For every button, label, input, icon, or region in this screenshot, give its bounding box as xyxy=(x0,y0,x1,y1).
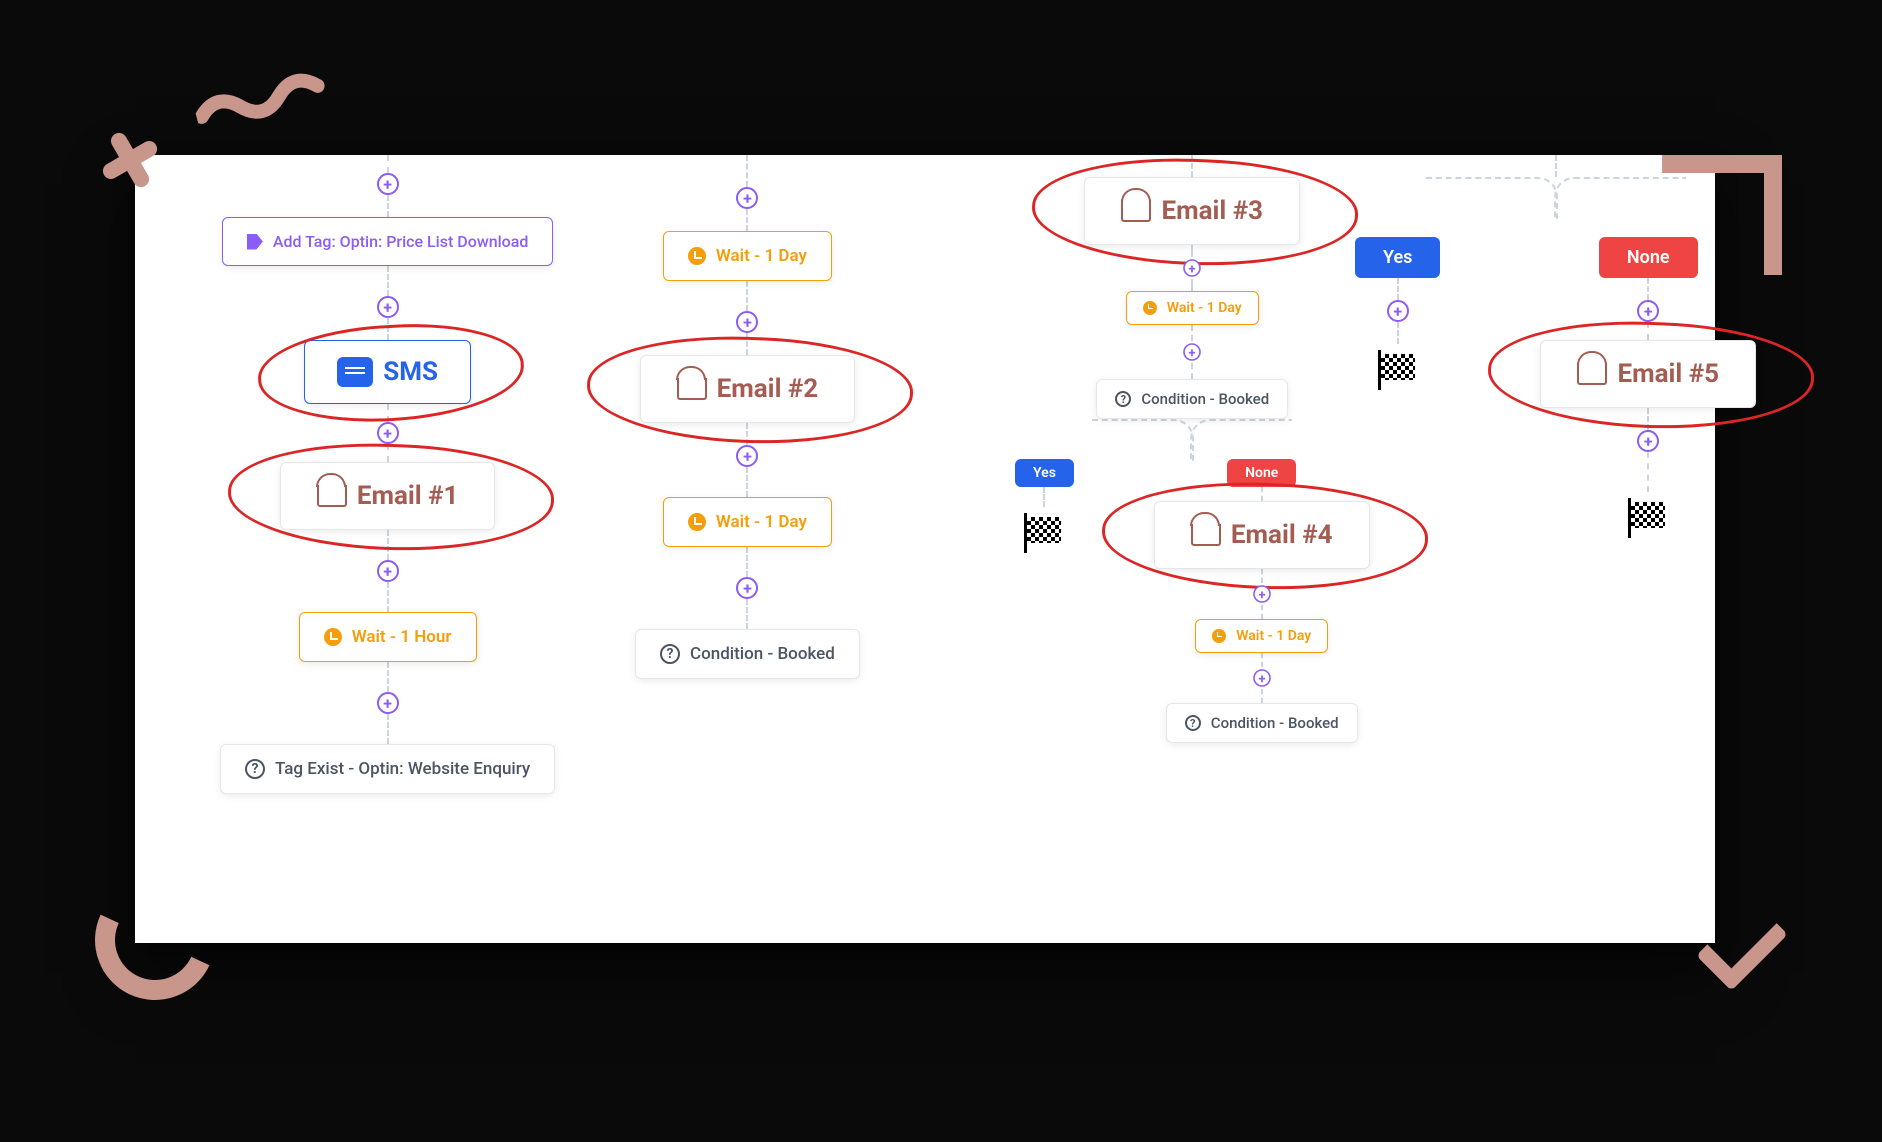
node-label: Add Tag: Optin: Price List Download xyxy=(273,232,529,251)
node-label: Wait - 1 Day xyxy=(716,512,807,532)
finish-flag-icon xyxy=(1631,502,1665,528)
add-step-button[interactable]: + xyxy=(377,173,399,195)
add-step-button[interactable]: + xyxy=(1637,300,1659,322)
squiggle-decoration xyxy=(190,58,339,146)
branch-split xyxy=(1426,177,1686,237)
node-label: Wait - 1 Day xyxy=(1236,628,1311,644)
add-step-button[interactable]: + xyxy=(1387,300,1409,322)
wait-node[interactable]: Wait - 1 Day xyxy=(1126,291,1259,325)
node-label: Condition - Booked xyxy=(1211,714,1339,732)
add-step-button[interactable]: + xyxy=(1253,585,1271,603)
square-bracket-decoration xyxy=(1662,155,1782,275)
branch-split xyxy=(1092,419,1292,459)
node-label: Condition - Booked xyxy=(1141,390,1269,408)
add-step-button[interactable]: + xyxy=(1183,343,1201,361)
add-step-button[interactable]: + xyxy=(377,296,399,318)
branch-yes[interactable]: Yes xyxy=(1015,459,1074,487)
node-label: Wait - 1 Day xyxy=(716,246,807,266)
mail-icon xyxy=(677,378,707,400)
mail-icon xyxy=(1121,200,1151,222)
add-step-button[interactable]: + xyxy=(377,560,399,582)
workflow-column-2: + Wait - 1 Day + Email #2 + Wait - 1 Day… xyxy=(635,155,860,679)
finish-flag-icon xyxy=(1381,354,1415,380)
wait-node[interactable]: Wait - 1 Day xyxy=(1195,619,1328,653)
branch-yes[interactable]: Yes xyxy=(1355,237,1440,278)
add-step-button[interactable]: + xyxy=(736,311,758,333)
add-step-button[interactable]: + xyxy=(377,692,399,714)
condition-node[interactable]: ? Condition - Booked xyxy=(635,629,860,679)
condition-node[interactable]: ? Condition - Booked xyxy=(1096,379,1288,419)
add-step-button[interactable]: + xyxy=(1183,259,1201,277)
add-step-button[interactable]: + xyxy=(377,422,399,444)
clock-icon xyxy=(1212,629,1226,643)
add-tag-node[interactable]: Add Tag: Optin: Price List Download xyxy=(222,217,554,266)
question-icon: ? xyxy=(1115,391,1131,407)
mail-icon xyxy=(1577,363,1607,385)
wait-node[interactable]: Wait - 1 Day xyxy=(663,231,832,281)
add-step-button[interactable]: + xyxy=(736,187,758,209)
add-step-button[interactable]: + xyxy=(1253,669,1271,687)
mail-icon xyxy=(317,485,347,507)
question-icon: ? xyxy=(245,759,265,779)
clock-icon xyxy=(688,247,706,265)
node-label: Wait - 1 Hour xyxy=(352,627,452,647)
mail-icon xyxy=(1191,524,1221,546)
node-label: Condition - Booked xyxy=(690,644,835,664)
condition-node[interactable]: ? Condition - Booked xyxy=(1166,703,1358,743)
clock-icon xyxy=(324,628,342,646)
workflow-column-3: Email #3 + Wait - 1 Day + ? Condition - … xyxy=(1015,155,1370,743)
workflow-canvas: + Add Tag: Optin: Price List Download + … xyxy=(135,155,1715,943)
tag-icon xyxy=(247,234,263,250)
add-step-button[interactable]: + xyxy=(736,577,758,599)
wait-node[interactable]: Wait - 1 Hour xyxy=(299,612,477,662)
sms-icon xyxy=(337,357,373,387)
question-icon: ? xyxy=(660,644,680,664)
wait-node[interactable]: Wait - 1 Day xyxy=(663,497,832,547)
finish-flag-icon xyxy=(1027,517,1061,543)
tag-exist-node[interactable]: ? Tag Exist - Optin: Website Enquiry xyxy=(220,744,555,794)
clock-icon xyxy=(688,513,706,531)
node-label: Tag Exist - Optin: Website Enquiry xyxy=(275,759,530,779)
add-step-button[interactable]: + xyxy=(736,445,758,467)
node-label: Wait - 1 Day xyxy=(1167,300,1242,316)
workflow-column-1: + Add Tag: Optin: Price List Download + … xyxy=(220,155,555,794)
clock-icon xyxy=(1143,301,1157,315)
add-step-button[interactable]: + xyxy=(1637,430,1659,452)
question-icon: ? xyxy=(1185,715,1201,731)
